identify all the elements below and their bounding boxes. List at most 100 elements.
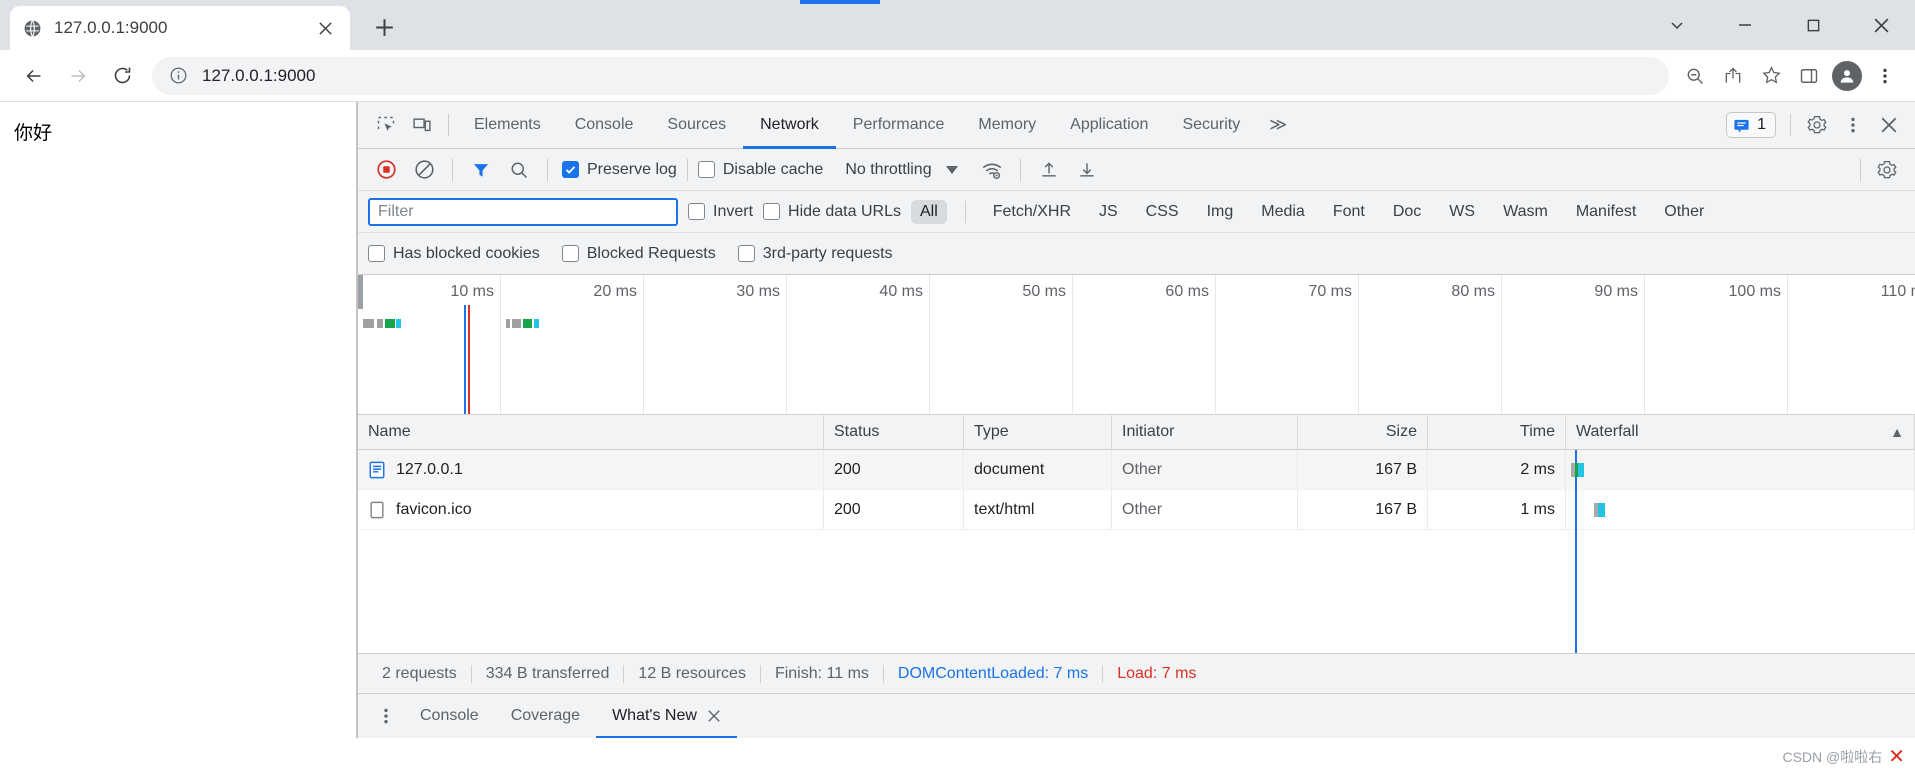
file-icon bbox=[368, 501, 386, 519]
overview-ticks: 10 ms 20 ms 30 ms 40 ms 50 ms 60 ms 70 m… bbox=[358, 275, 1915, 414]
devtools-tab-memory[interactable]: Memory bbox=[961, 102, 1053, 149]
window-close-icon[interactable] bbox=[1847, 0, 1915, 50]
throttling-value: No throttling bbox=[845, 160, 932, 178]
cell-size: 167 B bbox=[1298, 449, 1428, 490]
request-name: 127.0.0.1 bbox=[396, 460, 463, 478]
device-toolbar-icon[interactable] bbox=[404, 107, 440, 143]
transferred-size: 334 B transferred bbox=[472, 664, 625, 683]
cell-name: favicon.ico bbox=[358, 489, 824, 530]
share-icon[interactable] bbox=[1715, 58, 1751, 94]
network-overview-timeline[interactable]: 10 ms 20 ms 30 ms 40 ms 50 ms 60 ms 70 m… bbox=[358, 275, 1915, 415]
forward-arrow-icon[interactable] bbox=[56, 54, 100, 98]
filter-type-css[interactable]: CSS bbox=[1137, 200, 1188, 224]
third-party-requests-checkbox[interactable]: 3rd-party requests bbox=[737, 245, 893, 263]
drawer-tab-coverage[interactable]: Coverage bbox=[495, 694, 596, 739]
checkbox-label: Has blocked cookies bbox=[393, 244, 540, 262]
upload-icon[interactable] bbox=[1031, 152, 1067, 188]
devtools-drawer: Console Coverage What's New bbox=[358, 693, 1915, 738]
filter-type-ws[interactable]: WS bbox=[1440, 200, 1484, 224]
preserve-log-checkbox[interactable]: Preserve log bbox=[562, 161, 677, 179]
column-header-initiator[interactable]: Initiator bbox=[1112, 415, 1298, 450]
filter-type-manifest[interactable]: Manifest bbox=[1567, 200, 1645, 224]
devtools-tab-security[interactable]: Security bbox=[1165, 102, 1257, 149]
close-icon[interactable] bbox=[312, 15, 338, 41]
column-header-status[interactable]: Status bbox=[824, 415, 964, 450]
table-row[interactable]: 127.0.0.1 200 document Other 167 B 2 ms bbox=[358, 449, 1915, 490]
filter-type-doc[interactable]: Doc bbox=[1384, 200, 1430, 224]
close-icon[interactable] bbox=[707, 709, 721, 723]
message-count-badge[interactable]: 1 bbox=[1726, 112, 1776, 138]
filter-type-wasm[interactable]: Wasm bbox=[1494, 200, 1557, 224]
filter-type-img[interactable]: Img bbox=[1198, 200, 1243, 224]
devtools-tab-performance[interactable]: Performance bbox=[836, 102, 962, 149]
column-header-type[interactable]: Type bbox=[964, 415, 1112, 450]
maximize-icon[interactable] bbox=[1779, 0, 1847, 50]
reload-icon[interactable] bbox=[100, 54, 144, 98]
hide-data-urls-checkbox[interactable]: Hide data URLs bbox=[763, 203, 901, 221]
waterfall-segment-download bbox=[1578, 462, 1584, 477]
filter-type-font[interactable]: Font bbox=[1324, 200, 1374, 224]
kebab-menu-icon[interactable] bbox=[368, 698, 404, 734]
record-stop-icon[interactable] bbox=[368, 152, 404, 188]
blocked-requests-checkbox[interactable]: Blocked Requests bbox=[561, 245, 716, 263]
request-count: 2 requests bbox=[368, 664, 472, 683]
browser-tab[interactable]: 127.0.0.1:9000 bbox=[10, 6, 350, 50]
chevron-down-icon[interactable] bbox=[1643, 0, 1711, 50]
close-icon[interactable] bbox=[1871, 107, 1907, 143]
kebab-menu-icon[interactable] bbox=[1867, 58, 1903, 94]
column-header-time[interactable]: Time bbox=[1428, 415, 1566, 450]
table-row[interactable]: favicon.ico 200 text/html Other 167 B 1 … bbox=[358, 489, 1915, 530]
drawer-tab-console[interactable]: Console bbox=[404, 694, 495, 739]
has-blocked-cookies-checkbox[interactable]: Has blocked cookies bbox=[368, 245, 540, 263]
disable-cache-checkbox[interactable]: Disable cache bbox=[697, 161, 823, 179]
wifi-settings-icon[interactable] bbox=[974, 152, 1010, 188]
filter-type-fetch-xhr[interactable]: Fetch/XHR bbox=[984, 200, 1080, 224]
avatar-icon[interactable] bbox=[1829, 58, 1865, 94]
info-circle-icon[interactable] bbox=[166, 64, 190, 88]
table-header-row: Name Status Type Initiator Size Time Wat… bbox=[358, 415, 1915, 450]
gear-icon[interactable] bbox=[1799, 107, 1835, 143]
network-toolbar: Preserve log Disable cache No throttling bbox=[358, 149, 1915, 191]
kebab-menu-icon[interactable] bbox=[1835, 107, 1871, 143]
back-arrow-icon[interactable] bbox=[12, 54, 56, 98]
download-icon[interactable] bbox=[1069, 152, 1105, 188]
devtools-tab-elements[interactable]: Elements bbox=[457, 102, 558, 149]
column-header-waterfall[interactable]: Waterfall ▲ bbox=[1566, 415, 1915, 450]
globe-icon bbox=[22, 18, 42, 38]
zoom-out-icon[interactable] bbox=[1677, 58, 1713, 94]
invert-checkbox[interactable]: Invert bbox=[688, 203, 753, 221]
minimize-icon[interactable] bbox=[1711, 0, 1779, 50]
side-panel-icon[interactable] bbox=[1791, 58, 1827, 94]
checkbox-label: Invert bbox=[713, 202, 754, 220]
overview-request-bar bbox=[377, 319, 383, 328]
address-bar[interactable]: 127.0.0.1:9000 bbox=[152, 56, 1669, 95]
drawer-tab-whats-new[interactable]: What's New bbox=[596, 694, 737, 738]
filter-funnel-icon[interactable] bbox=[463, 152, 499, 188]
network-status-bar: 2 requests 334 B transferred 12 B resour… bbox=[358, 653, 1915, 693]
column-header-size[interactable]: Size bbox=[1298, 415, 1428, 450]
search-icon[interactable] bbox=[501, 152, 537, 188]
devtools-tab-console[interactable]: Console bbox=[558, 102, 651, 149]
inspect-element-icon[interactable] bbox=[368, 107, 404, 143]
new-tab-button[interactable] bbox=[364, 7, 404, 47]
resources-size: 12 B resources bbox=[624, 664, 761, 683]
message-icon bbox=[1733, 117, 1750, 134]
throttling-dropdown[interactable]: No throttling bbox=[839, 161, 963, 179]
filter-type-other[interactable]: Other bbox=[1655, 200, 1713, 224]
devtools-tab-network[interactable]: Network bbox=[743, 102, 836, 149]
column-header-name[interactable]: Name bbox=[358, 415, 824, 450]
devtools-tab-application[interactable]: Application bbox=[1053, 102, 1165, 149]
tab-title: 127.0.0.1:9000 bbox=[54, 18, 168, 37]
filter-type-all[interactable]: All bbox=[910, 199, 947, 224]
filter-type-js[interactable]: JS bbox=[1090, 200, 1127, 224]
filter-input[interactable] bbox=[368, 197, 678, 226]
tab-label: Security bbox=[1182, 116, 1241, 133]
clear-icon[interactable] bbox=[406, 152, 442, 188]
checkbox-box bbox=[562, 161, 579, 178]
star-icon[interactable] bbox=[1753, 58, 1789, 94]
more-tabs-button[interactable]: ≫ bbox=[1257, 115, 1299, 135]
filter-type-media[interactable]: Media bbox=[1252, 200, 1314, 224]
filter-bar: Invert Hide data URLs All Fetch/XHR JS C… bbox=[358, 191, 1915, 233]
gear-icon[interactable] bbox=[1869, 152, 1905, 188]
devtools-tab-sources[interactable]: Sources bbox=[650, 102, 743, 149]
